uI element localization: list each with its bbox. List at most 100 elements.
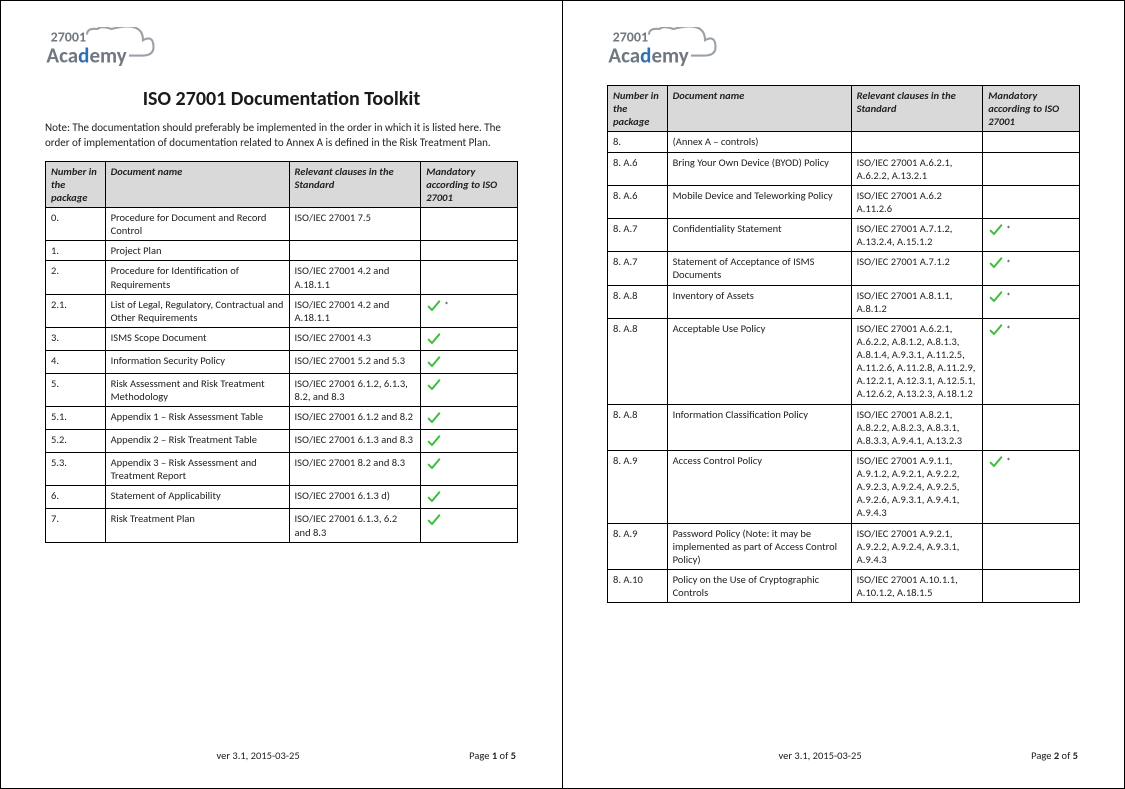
table-row: 8. A.8Information Classification PolicyI…: [608, 404, 1080, 450]
cell-mandatory: *: [421, 294, 518, 327]
check-icon: [426, 433, 442, 449]
cell-mandatory: [421, 350, 518, 373]
header-number: Number in the package: [608, 86, 668, 132]
cell-relevant-clauses: [851, 132, 983, 152]
cell-relevant-clauses: ISO/IEC 27001 4.3: [289, 327, 421, 350]
check-icon: [988, 322, 1004, 338]
table-row: 8. A.8Inventory of AssetsISO/IEC 27001 A…: [608, 285, 1080, 318]
cell-number: 8.: [608, 132, 668, 152]
cell-number: 1.: [46, 241, 106, 261]
table-row: 2.1.List of Legal, Regulatory, Contractu…: [46, 294, 518, 327]
cell-mandatory: *: [983, 450, 1080, 523]
cell-number: 2.: [46, 261, 106, 294]
table-row: 4.Information Security PolicyISO/IEC 270…: [46, 350, 518, 373]
page-footer-2: ver 3.1, 2015-03-25 Page 2 of 5: [607, 749, 1080, 762]
check-icon: [988, 222, 1004, 238]
cell-number: 8. A.7: [608, 252, 668, 285]
table-row: 8. A.7Statement of Acceptance of ISMS Do…: [608, 252, 1080, 285]
cell-relevant-clauses: ISO/IEC 27001 A.6.2.1, A.6.2.2, A.13.2.1: [851, 152, 983, 185]
cell-mandatory: *: [983, 285, 1080, 318]
brand-logo: 27001 Academy: [607, 27, 747, 73]
cell-relevant-clauses: [289, 241, 421, 261]
check-icon: [426, 512, 442, 528]
cell-relevant-clauses: ISO/IEC 27001 A.10.1.1, A.10.1.2, A.18.1…: [851, 569, 983, 602]
check-icon: [426, 331, 442, 347]
cell-mandatory: [421, 241, 518, 261]
cell-mandatory: [983, 132, 1080, 152]
table-row: 1.Project Plan: [46, 241, 518, 261]
cell-number: 7.: [46, 509, 106, 542]
intro-note: Note: The documentation should preferabl…: [45, 121, 518, 151]
table-row: 8. A.6Bring Your Own Device (BYOD) Polic…: [608, 152, 1080, 185]
table-row: 6.Statement of ApplicabilityISO/IEC 2700…: [46, 486, 518, 509]
cell-relevant-clauses: ISO/IEC 27001 6.1.3 and 8.3: [289, 430, 421, 453]
cell-relevant-clauses: ISO/IEC 27001 A.9.2.1, A.9.2.2, A.9.2.4,…: [851, 523, 983, 569]
check-icon: [426, 410, 442, 426]
cell-number: 8. A.8: [608, 404, 668, 450]
cell-document-name: Statement of Acceptance of ISMS Document…: [667, 252, 851, 285]
check-icon: [426, 377, 442, 393]
cell-mandatory: [421, 430, 518, 453]
cell-document-name: Acceptable Use Policy: [667, 318, 851, 404]
cell-relevant-clauses: ISO/IEC 27001 8.2 and 8.3: [289, 453, 421, 486]
cell-relevant-clauses: ISO/IEC 27001 A.6.2.1, A.6.2.2, A.8.1.2,…: [851, 318, 983, 404]
cell-mandatory: [421, 261, 518, 294]
cell-mandatory: [983, 404, 1080, 450]
asterisk-icon: *: [1006, 291, 1010, 302]
cell-number: 8. A.9: [608, 450, 668, 523]
cell-document-name: ISMS Scope Document: [105, 327, 289, 350]
cell-number: 8. A.8: [608, 318, 668, 404]
cell-number: 5.: [46, 373, 106, 406]
asterisk-icon: *: [444, 300, 448, 311]
cell-document-name: Appendix 1 – Risk Assessment Table: [105, 407, 289, 430]
cell-number: 0.: [46, 208, 106, 241]
cell-document-name: Risk Treatment Plan: [105, 509, 289, 542]
table-row: 7.Risk Treatment PlanISO/IEC 27001 6.1.3…: [46, 509, 518, 542]
table-header-row: Number in the package Document name Rele…: [46, 161, 518, 207]
cell-document-name: Appendix 2 – Risk Treatment Table: [105, 430, 289, 453]
table-row: 8. A.10Policy on the Use of Cryptographi…: [608, 569, 1080, 602]
cell-relevant-clauses: ISO/IEC 27001 6.1.3, 6.2 and 8.3: [289, 509, 421, 542]
cell-relevant-clauses: ISO/IEC 27001 A.8.1.1, A.8.1.2: [851, 285, 983, 318]
page-footer-1: ver 3.1, 2015-03-25 Page 1 of 5: [45, 749, 518, 762]
check-icon: [426, 489, 442, 505]
cell-document-name: List of Legal, Regulatory, Contractual a…: [105, 294, 289, 327]
cell-document-name: Appendix 3 – Risk Assessment and Treatme…: [105, 453, 289, 486]
svg-text:Academy: Academy: [608, 43, 688, 69]
cell-number: 8. A.10: [608, 569, 668, 602]
cell-mandatory: [983, 152, 1080, 185]
cell-mandatory: [421, 327, 518, 350]
check-icon: [426, 456, 442, 472]
cell-number: 2.1.: [46, 294, 106, 327]
cell-relevant-clauses: ISO/IEC 27001 A.8.2.1, A.8.2.2, A.8.2.3,…: [851, 404, 983, 450]
cell-document-name: Password Policy (Note: it may be impleme…: [667, 523, 851, 569]
cell-mandatory: *: [983, 219, 1080, 252]
table-header-row: Number in the package Document name Rele…: [608, 86, 1080, 132]
cell-number: 4.: [46, 350, 106, 373]
asterisk-icon: *: [1006, 456, 1010, 467]
document-title: ISO 27001 Documentation Toolkit: [45, 87, 518, 111]
cell-mandatory: [421, 373, 518, 406]
header-mandatory: Mandatory according to ISO 27001: [983, 86, 1080, 132]
table-row: 8. A.8Acceptable Use PolicyISO/IEC 27001…: [608, 318, 1080, 404]
cell-document-name: Procedure for Identification of Requirem…: [105, 261, 289, 294]
table-row: 5.Risk Assessment and Risk Treatment Met…: [46, 373, 518, 406]
cell-number: 5.1.: [46, 407, 106, 430]
cell-mandatory: [983, 185, 1080, 218]
cell-number: 8. A.8: [608, 285, 668, 318]
cell-mandatory: [421, 509, 518, 542]
cell-relevant-clauses: ISO/IEC 27001 4.2 and A.18.1.1: [289, 294, 421, 327]
table-row: 8. A.6Mobile Device and Teleworking Poli…: [608, 185, 1080, 218]
cell-document-name: Inventory of Assets: [667, 285, 851, 318]
page-1: 27001 Academy ISO 27001 Documentation To…: [1, 1, 563, 788]
asterisk-icon: *: [1006, 324, 1010, 335]
cell-document-name: Bring Your Own Device (BYOD) Policy: [667, 152, 851, 185]
footer-page-1: Page 1 of 5: [469, 749, 516, 762]
table-row: 3.ISMS Scope DocumentISO/IEC 27001 4.3: [46, 327, 518, 350]
footer-version: ver 3.1, 2015-03-25: [47, 749, 469, 762]
cell-number: 5.3.: [46, 453, 106, 486]
documents-table-page-2: Number in the package Document name Rele…: [607, 85, 1080, 603]
table-row: 2.Procedure for Identification of Requir…: [46, 261, 518, 294]
footer-page-2: Page 2 of 5: [1031, 749, 1078, 762]
cell-document-name: Policy on the Use of Cryptographic Contr…: [667, 569, 851, 602]
